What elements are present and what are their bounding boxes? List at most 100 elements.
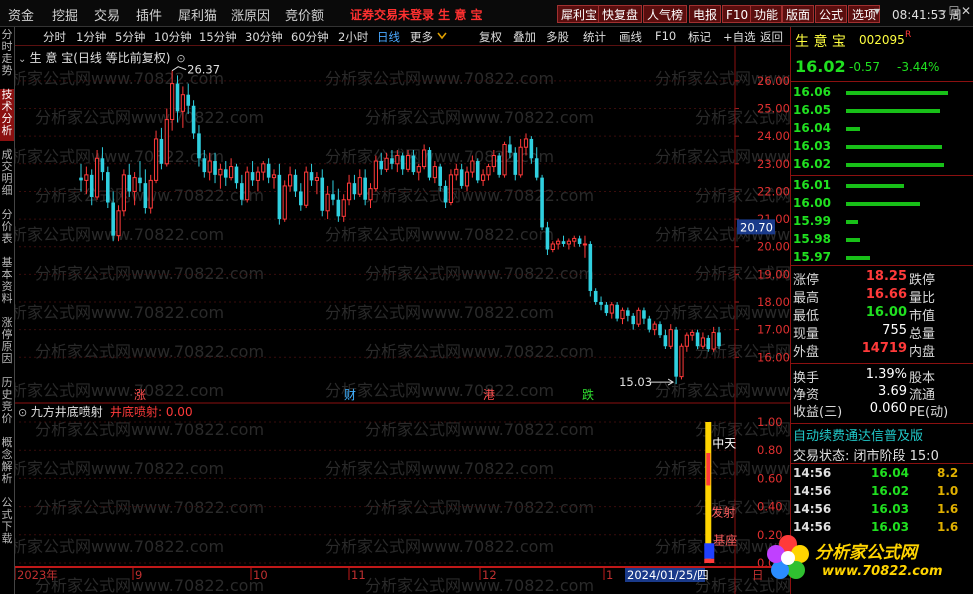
indicator-bar [706, 453, 711, 486]
order-volume-bar [846, 163, 944, 167]
indicator-tick-label: 1.00 [757, 415, 783, 429]
tab-basic-info[interactable]: 基本资料 [0, 257, 14, 309]
event-marker: 涨 [134, 387, 146, 402]
indicator-label: 发射 [711, 504, 735, 519]
candle [106, 166, 110, 209]
tool-mark[interactable]: 标记 [688, 29, 711, 45]
tab-technical-analysis[interactable]: 技术分析 [0, 89, 14, 141]
price-change: -0.57 [849, 60, 881, 74]
toolbar-button-function[interactable]: 功能 [750, 5, 783, 23]
tab-concept-analysis[interactable]: 概念解析 [0, 437, 14, 489]
period-2hour[interactable]: 2小时 [338, 29, 368, 45]
tool-statistics[interactable]: 统计 [583, 29, 606, 45]
menu-item-xilimao[interactable]: 犀利猫 [178, 5, 217, 24]
candle [250, 161, 255, 186]
order-price: 16.05 [793, 103, 831, 117]
order-price: 16.03 [793, 139, 831, 153]
period-1min[interactable]: 1分钟 [76, 29, 106, 45]
tab-intraday[interactable]: 分时走势 [0, 29, 14, 81]
menu-item-trade[interactable]: 交易 [94, 5, 120, 24]
tick-price: 16.03 [871, 502, 909, 516]
tool-draw-line[interactable]: 画线 [619, 29, 642, 45]
tick-price: 16.02 [871, 484, 909, 498]
tab-limit-reason[interactable]: 涨停原因 [0, 317, 14, 369]
toolbar-button-formula[interactable]: 公式 [815, 5, 848, 23]
tab-history-auction[interactable]: 历史竞价 [0, 377, 14, 429]
watermark-text: 分析家公式网www.70822.com [365, 264, 594, 283]
tool-f10[interactable]: F10 [655, 29, 676, 43]
candle [475, 158, 480, 184]
collapse-icon[interactable]: ⌄ [18, 54, 30, 65]
toolbar-button-telegraph[interactable]: 电报 [689, 5, 722, 23]
watermark-text: 分析家公式网www.70822.com [655, 381, 790, 400]
menu-dropdown-icon[interactable]: ▾ [872, 4, 882, 20]
menu-item-funds[interactable]: 资金 [8, 5, 34, 24]
toolbar-button-popularity[interactable]: 人气榜 [643, 5, 688, 23]
time-tick-label: 11 [351, 568, 366, 582]
candle [556, 238, 561, 250]
chevron-down-icon[interactable] [437, 31, 447, 41]
watermark-text: 分析家公式网www.70822.com [35, 498, 264, 517]
indicator-menu-icon[interactable]: ⊙ [18, 406, 31, 419]
menu-item-mining[interactable]: 挖掘 [52, 5, 78, 24]
toolbar-button-review[interactable]: 快复盘 [598, 5, 643, 23]
period-more[interactable]: 更多 [410, 29, 433, 45]
candle [588, 241, 593, 297]
tool-overlay[interactable]: 叠加 [513, 29, 536, 45]
candle [121, 169, 126, 217]
period-daily[interactable]: 日线 [377, 29, 400, 45]
candle [159, 127, 164, 170]
tab-formula-download[interactable]: 公式下载 [0, 497, 14, 549]
candle [331, 180, 335, 206]
menu-item-auction[interactable]: 竞价额 [285, 5, 324, 24]
tool-back[interactable]: 返回 [760, 29, 783, 45]
candle [642, 307, 646, 325]
tool-adjust[interactable]: 复权 [479, 29, 502, 45]
stat-label: 涨停 [793, 273, 820, 288]
candle [293, 169, 298, 197]
indicator-tick-label: 0.60 [757, 471, 783, 485]
tab-trade-details[interactable]: 成交明细 [0, 149, 14, 201]
period-15min[interactable]: 15分钟 [199, 29, 237, 45]
candle [218, 163, 223, 189]
candle [416, 163, 421, 181]
period-10min[interactable]: 10分钟 [154, 29, 192, 45]
candle [341, 194, 346, 222]
indicator-title[interactable]: ⊙ 九方井底喷射 [18, 403, 103, 420]
kline-chart[interactable]: 分析家公式网www.70822.com 分析家公式网www.70822.com 分析… [15, 46, 790, 594]
order-volume-bar [846, 145, 942, 149]
period-intraday[interactable]: 分时 [43, 29, 66, 45]
candle [604, 302, 609, 316]
indicator-value: 井底喷射: 0.00 [110, 405, 193, 419]
candle [459, 163, 464, 189]
stat-label: 市值 [909, 309, 936, 324]
trade-status: 交易状态: 闭市阶段 15:0 [793, 449, 939, 464]
close-icon[interactable]: ✕ [959, 4, 973, 20]
period-60min[interactable]: 60分钟 [291, 29, 329, 45]
toolbar-button-layout[interactable]: 版面 [782, 5, 815, 23]
order-price: 16.02 [793, 157, 831, 171]
toolbar-button-f10[interactable]: F10 [722, 5, 753, 23]
tab-price-table[interactable]: 分价表 [0, 209, 14, 249]
candle [674, 326, 678, 385]
tick-price: 16.04 [871, 466, 909, 480]
auto-renew-notice[interactable]: 自动续费通达信普及版 [793, 425, 923, 444]
candle [540, 174, 544, 231]
logo-url: www.70822.com [822, 564, 943, 579]
candle [336, 188, 341, 222]
candle [448, 169, 454, 206]
tool-multi-stock[interactable]: 多股 [546, 29, 569, 45]
menu-item-limit-reason[interactable]: 涨原因 [231, 5, 270, 24]
dropdown-icon[interactable]: ⊙ [176, 52, 185, 65]
period-30min[interactable]: 30分钟 [245, 29, 283, 45]
price-tick-label: 26.00 [757, 74, 790, 88]
watermark-text: 分析家公式网www.70822.com [35, 576, 264, 594]
toolbar-button-xilibao[interactable]: 犀利宝 [557, 5, 602, 23]
divider [791, 175, 973, 176]
tool-add-watchlist[interactable]: +自选 [723, 29, 756, 45]
site-logo: 分析家公式网 www.70822.com [760, 528, 970, 588]
watermark-text: 分析家公式网www.70822.com [365, 498, 594, 517]
period-5min[interactable]: 5分钟 [115, 29, 145, 45]
menu-item-plugins[interactable]: 插件 [136, 5, 162, 24]
price-tick-label: 20.00 [757, 240, 790, 254]
